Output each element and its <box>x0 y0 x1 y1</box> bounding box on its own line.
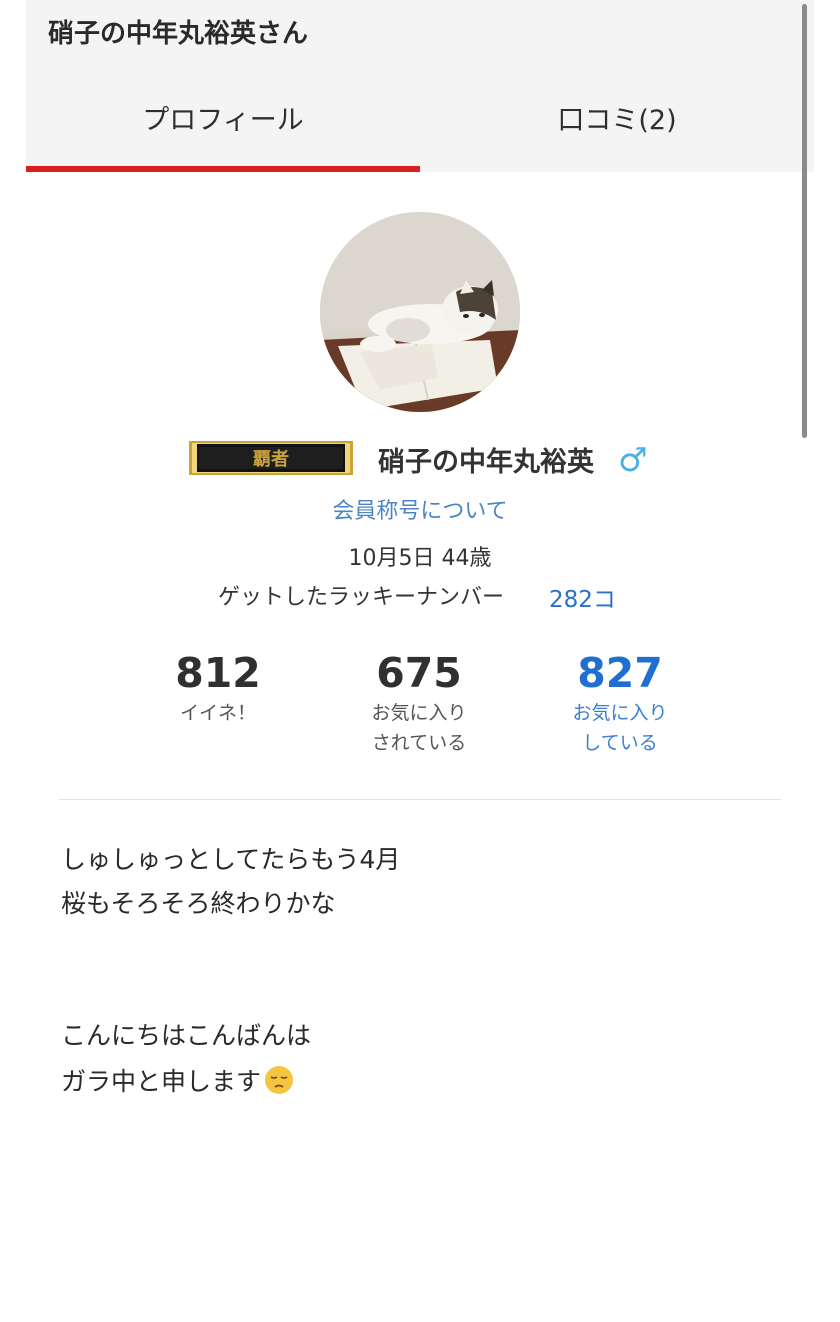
stat-label: お気に入り されている <box>329 698 509 758</box>
stat-label-line: されている <box>371 732 467 754</box>
stat-likes[interactable]: 812 イイネ！ <box>128 650 308 728</box>
intro-line: こんにちはこんばんは <box>61 1021 312 1050</box>
profile-panel: 硝子の中年丸裕英さん プロフィール 口コミ(2) 覇者 硝子の中年丸裕英 ♂ 会… <box>26 0 814 1322</box>
title-badge-text: 覇者 <box>253 449 289 470</box>
intro-line-with-emoji: ガラ中と申します <box>61 1062 294 1101</box>
tab-reviews[interactable]: 口コミ(2) <box>420 98 814 137</box>
stat-label: イイネ！ <box>179 702 256 724</box>
stat-number: 827 <box>577 649 663 697</box>
title-badge: 覇者 <box>189 441 353 475</box>
stat-label: お気に入り している <box>530 698 710 758</box>
avatar[interactable] <box>320 212 520 412</box>
stat-favorited-by[interactable]: 675 お気に入り されている <box>329 650 509 758</box>
cat-photo-icon <box>320 212 520 412</box>
lucky-number-label: ゲットしたラッキーナンバー <box>218 585 505 610</box>
stat-number: 675 <box>376 649 462 697</box>
member-title-link[interactable]: 会員称号について <box>26 493 814 525</box>
page-title: 硝子の中年丸裕英さん <box>48 19 309 49</box>
stat-label-line: お気に入り <box>371 702 467 724</box>
stat-number: 812 <box>175 649 261 697</box>
stat-label-line: お気に入り <box>572 702 668 724</box>
active-tab-indicator <box>26 166 420 172</box>
stat-favoriting[interactable]: 827 お気に入り している <box>530 650 710 758</box>
divider <box>59 799 781 800</box>
male-gender-icon: ♂ <box>618 440 648 479</box>
user-name: 硝子の中年丸裕英 <box>378 447 594 478</box>
intro-line: 桜もそろそろ終わりかな <box>61 889 336 918</box>
intro-line: しゅしゅっとしてたらもう4月 <box>61 845 401 874</box>
scrollbar[interactable] <box>802 4 807 438</box>
stat-label-line: している <box>582 732 658 754</box>
pensive-face-emoji-icon <box>264 1065 294 1101</box>
tab-profile[interactable]: プロフィール <box>26 98 420 137</box>
intro-line-text: ガラ中と申します <box>61 1067 262 1096</box>
header: 硝子の中年丸裕英さん プロフィール 口コミ(2) <box>26 0 814 172</box>
lucky-number-value[interactable]: 282コ <box>549 580 616 614</box>
birthday-age: 10月5日 44歳 <box>348 546 492 571</box>
rank-plate-icon: 覇者 <box>189 441 353 475</box>
